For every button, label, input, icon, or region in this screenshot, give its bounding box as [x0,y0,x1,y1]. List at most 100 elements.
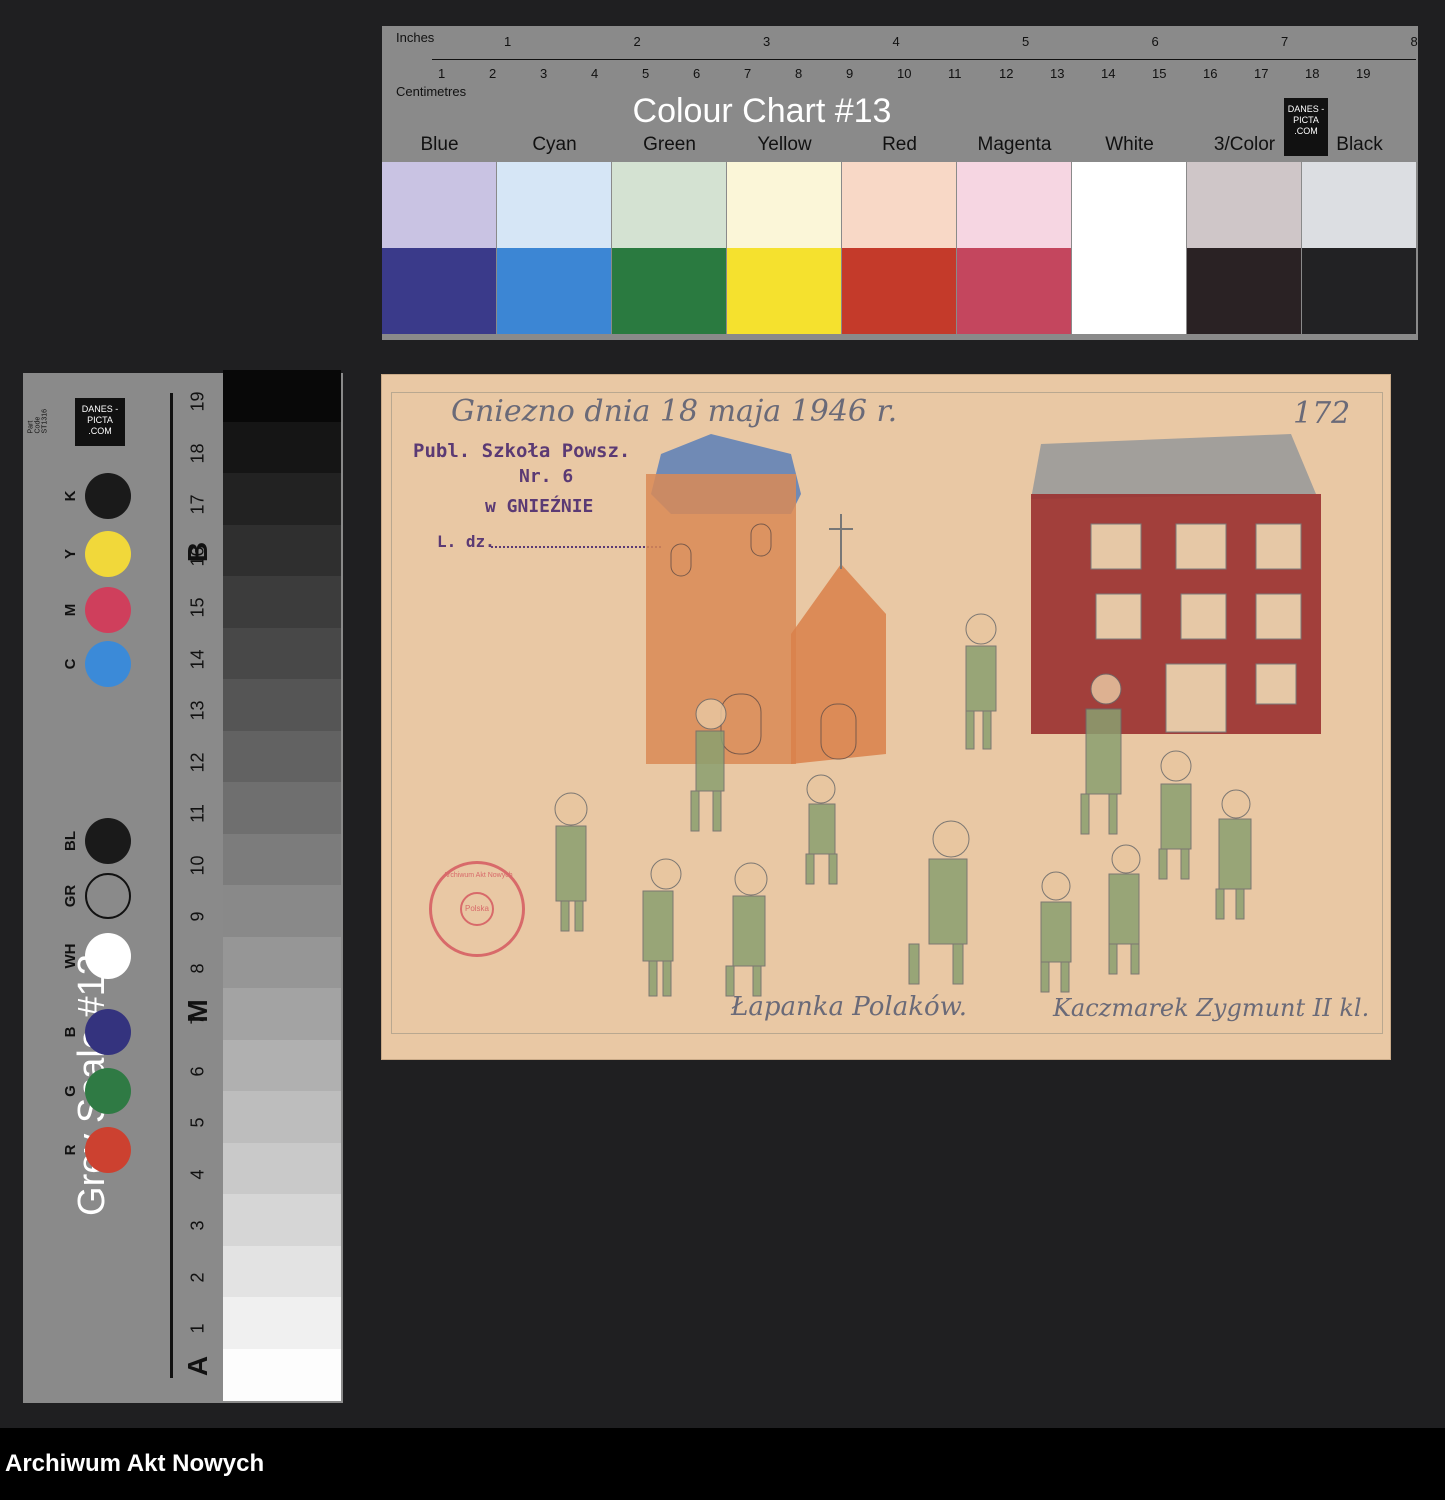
child-drawing-document: Gniezno dnia 18 maja 1946 r. 172 Publ. S… [381,374,1391,1060]
scale-number-14: 14 [187,648,208,670]
cm-mark-7: 7 [744,66,752,81]
soldier-7 [908,820,970,985]
dot-label-g: G [62,1085,79,1097]
soldier-2 [642,858,682,997]
grey-step-16 [223,524,341,577]
grey-steps [223,370,341,1401]
scale-line [170,393,173,1378]
grey-step-13 [223,679,341,732]
inch-mark-2: 2 [633,34,641,49]
grey-step-8 [223,936,341,989]
dot-gr [85,873,131,919]
cm-mark-4: 4 [591,66,599,81]
scale-number-12: 12 [187,751,208,773]
patch-dark-1 [497,248,611,334]
grey-step-7 [223,988,341,1041]
grey-step-10 [223,833,341,886]
scale-number-3: 3 [187,1220,208,1231]
dot-label-gr: GR [62,884,79,908]
soldier-10 [1108,844,1141,975]
dot-label-wh: WH [62,943,79,969]
cm-mark-1: 1 [438,66,446,81]
dot-label-y: Y [62,549,79,560]
grey-step-0 [223,1348,341,1401]
dot-b [85,1009,131,1055]
patch-light-0 [382,162,496,248]
scale-number-4: 4 [187,1169,208,1180]
patch-label-3color: 3/Color [1213,134,1276,155]
cm-mark-11: 11 [948,66,962,81]
scale-number-17: 17 [187,494,208,515]
patch-light-8 [1302,162,1416,248]
dot-label-bl: BL [62,831,79,851]
grey-step-9 [223,885,341,938]
patch-label-red: Red [882,134,917,155]
scale-number-1: 1 [187,1323,208,1334]
cm-mark-9: 9 [846,66,854,81]
cm-mark-16: 16 [1203,66,1218,81]
cm-mark-10: 10 [897,66,912,81]
grey-step-1 [223,1297,341,1350]
soldier-6 [965,613,997,750]
inch-mark-6: 6 [1151,34,1159,49]
red-stamp-inner: Polska [460,892,494,926]
soldier-11 [1158,750,1192,880]
grey-step-5 [223,1091,341,1144]
inches-label: Inches [396,30,435,45]
scale-number-13: 13 [187,700,208,721]
grey-step-17 [223,473,341,526]
red-building-drawing [1031,434,1321,734]
dot-wh [85,933,131,979]
grey-step-11 [223,782,341,835]
inch-mark-1: 1 [504,34,512,49]
scale-letter-b: B [182,541,213,563]
dot-label-c: C [62,658,79,670]
cm-mark-18: 18 [1305,66,1320,81]
patch-light-1 [497,162,611,248]
scale-number-9: 9 [187,911,208,922]
dot-g [85,1068,131,1114]
cm-mark-5: 5 [642,66,650,81]
church-drawing [646,434,886,764]
patch-label-black: Black [1336,134,1383,155]
soldier-12 [1215,789,1252,920]
patch-dark-2 [612,248,726,334]
patch-dark-6 [1072,248,1186,334]
grey-step-4 [223,1142,341,1195]
dot-y [85,531,131,577]
scale-number-8: 8 [187,963,208,974]
soldier-9 [1040,871,1072,993]
cm-mark-12: 12 [999,66,1014,81]
inch-mark-8: 8 [1410,34,1418,49]
grey-step-3 [223,1194,341,1247]
patch-dark-0 [382,248,496,334]
cm-mark-13: 13 [1050,66,1065,81]
patch-light-5 [957,162,1071,248]
patch-label-yellow: Yellow [757,134,812,155]
dot-r [85,1127,131,1173]
patch-label-magenta: Magenta [977,134,1052,155]
ruler: Inches Centimetres 12345678 1 2 3 4 5 6 7 8 9 10 1… [382,26,1418,99]
patch-light-3 [727,162,841,248]
dot-label-r: R [62,1144,79,1156]
cm-mark-6: 6 [693,66,701,81]
drawing-illustration [554,434,1321,997]
grey-step-18 [223,421,341,474]
patch-dark-8 [1302,248,1416,334]
cm-mark-19: 19 [1356,66,1371,81]
caption: Łapanka Polaków. [731,992,968,1022]
scale-number-6: 6 [187,1066,208,1077]
dot-label-k: K [62,490,79,502]
cm-mark-15: 15 [1152,66,1167,81]
colour-chart-title: Colour Chart #13 [632,92,892,130]
grey-step-12 [223,730,341,783]
scale-number-18: 18 [187,442,208,464]
cm-mark-3: 3 [540,66,548,81]
patch-light-4 [842,162,956,248]
dot-m [85,587,131,633]
footer-archive-name: Archiwum Akt Nowych [5,1450,265,1477]
inch-mark-7: 7 [1281,34,1289,49]
cm-mark-2: 2 [489,66,497,81]
grey-step-6 [223,1039,341,1092]
scale-number-19: 19 [187,391,208,412]
